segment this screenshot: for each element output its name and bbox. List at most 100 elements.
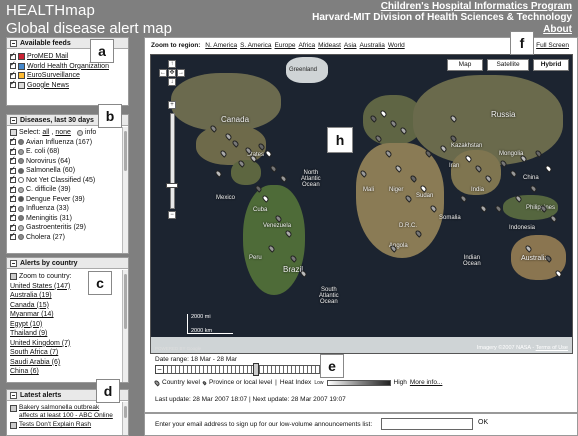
about-link[interactable]: About [543, 24, 572, 35]
disease-color-dot-icon [18, 196, 24, 203]
callout-d: d [96, 379, 120, 403]
terms-of-use-link[interactable]: Terms of Use [536, 345, 568, 351]
pan-down-icon[interactable]: ↓ [168, 78, 176, 86]
callout-c: c [88, 271, 112, 295]
callout-h: h [327, 127, 353, 153]
alert-marker-icon[interactable] [299, 269, 308, 278]
country-link[interactable]: Saudi Arabia (6) [10, 359, 60, 366]
country-link[interactable]: Canada (15) [10, 302, 49, 309]
feed-label[interactable]: World Health Organization [27, 63, 109, 70]
disease-checkbox[interactable] [10, 203, 16, 212]
alert-link[interactable]: Tests Don't Explain Rash [19, 421, 91, 429]
feed-checkbox[interactable] [10, 51, 16, 60]
map-type-map-button[interactable]: Map [447, 59, 483, 71]
pan-center-icon[interactable]: ✥ [168, 69, 176, 77]
label-kazakhstan: Kazakhstan [451, 143, 483, 149]
feed-label[interactable]: Google News [27, 82, 69, 89]
select-all-link[interactable]: all [42, 129, 49, 136]
zoom-region-link[interactable]: Europe [275, 42, 296, 49]
country-link[interactable]: United States (147) [10, 283, 70, 290]
collapse-icon[interactable] [10, 259, 17, 267]
country-link[interactable]: United Kingdom (7) [10, 340, 70, 347]
pan-right-icon[interactable]: → [177, 69, 185, 77]
country-item: Myanmar (14) [7, 310, 128, 320]
alert-marker-icon[interactable] [549, 214, 558, 223]
alert-marker-icon[interactable] [509, 169, 518, 178]
zoom-in-icon[interactable]: + [168, 101, 176, 109]
disease-label: Influenza (33) [26, 205, 69, 213]
map-type-hybrid-button[interactable]: Hybrid [533, 59, 569, 71]
zoom-slider-thumb[interactable] [166, 183, 178, 188]
collapse-icon[interactable] [10, 116, 17, 124]
zoom-slider-track[interactable] [170, 113, 175, 209]
zoom-out-icon[interactable]: − [168, 211, 176, 219]
disease-checkbox[interactable] [10, 146, 16, 155]
alert-marker-icon[interactable] [479, 204, 488, 213]
disease-label: Meningitis (31) [26, 214, 72, 222]
zoom-region-link[interactable]: World [388, 42, 405, 49]
alert-link[interactable]: Bakery salmonella outbreak affects at le… [19, 404, 120, 420]
collapse-icon[interactable] [10, 39, 17, 47]
country-link[interactable]: Thailand (9) [10, 330, 47, 337]
alert-marker-icon[interactable] [214, 169, 223, 178]
zoom-country-label: Zoom to country: [19, 273, 72, 281]
country-link[interactable]: Australia (19) [10, 292, 52, 299]
disease-checkbox[interactable] [10, 184, 16, 193]
alert-marker-icon[interactable] [279, 174, 288, 183]
disease-label: Cholera (27) [26, 233, 65, 241]
alerts-scrollbar[interactable] [122, 402, 128, 435]
feed-checkbox[interactable] [10, 60, 16, 70]
feed-label[interactable]: ProMED Mail [27, 53, 68, 60]
date-range-slider[interactable] [155, 365, 333, 374]
select-none-link[interactable]: none [55, 129, 71, 136]
country-link[interactable]: South Africa (7) [10, 349, 58, 356]
org-program-link[interactable]: Children's Hospital Informatics Program [381, 1, 572, 12]
disease-checkbox[interactable] [10, 193, 16, 203]
country-link[interactable]: China (6) [10, 368, 39, 375]
disease-label: Norovirus (64) [26, 157, 71, 165]
world-map[interactable]: Greenland Canada States North Atlantic O… [150, 54, 573, 354]
disease-checkbox[interactable] [10, 231, 16, 241]
panel-title: Alerts by country [20, 259, 78, 267]
feed-checkbox[interactable] [10, 79, 16, 89]
full-screen-link[interactable]: Full Screen [536, 42, 569, 49]
feed-label[interactable]: EuroSurveillance [27, 72, 80, 79]
alert-marker-icon[interactable] [494, 204, 503, 213]
zoom-region-link[interactable]: Asia [344, 42, 357, 49]
map-copyright: Imagery ©2007 NASA - Terms of Use [477, 345, 568, 351]
zoom-region-link[interactable]: N. America [205, 42, 237, 49]
disease-checkbox[interactable] [10, 136, 16, 146]
date-slider-handle[interactable] [253, 363, 259, 376]
disease-checkbox[interactable] [10, 222, 16, 231]
zoom-region-link[interactable]: Mideast [318, 42, 341, 49]
collapse-icon[interactable] [10, 391, 17, 399]
ok-button[interactable]: OK [478, 419, 488, 426]
disease-checkbox[interactable] [10, 155, 16, 165]
alert-marker-icon[interactable] [459, 194, 468, 203]
email-field[interactable] [381, 418, 473, 430]
map-type-satellite-button[interactable]: Satellite [487, 59, 529, 71]
slider-minus-icon[interactable]: − [155, 365, 164, 374]
alert-item: Bakery salmonella outbreak affects at le… [7, 404, 128, 421]
alert-marker-icon[interactable] [529, 184, 538, 193]
zoom-region-link[interactable]: S. America [240, 42, 271, 49]
pan-up-icon[interactable]: ↑ [168, 60, 176, 68]
alert-marker-icon[interactable] [544, 164, 553, 173]
disease-checkbox[interactable] [10, 174, 16, 184]
alert-marker-icon[interactable] [264, 149, 273, 158]
countries-scrollbar[interactable] [122, 270, 128, 382]
alert-marker-icon[interactable] [269, 164, 278, 173]
disease-item: Gastroenteritis (29) [7, 222, 128, 233]
label-iran: Iran [449, 163, 460, 169]
country-link[interactable]: Myanmar (14) [10, 311, 54, 318]
country-link[interactable]: Egypt (10) [10, 321, 42, 328]
diseases-scrollbar[interactable] [122, 127, 128, 253]
pan-left-icon[interactable]: ← [159, 69, 167, 77]
more-info-link[interactable]: More info... [410, 379, 443, 386]
zoom-region-link[interactable]: Africa [298, 42, 315, 49]
feed-checkbox[interactable] [10, 70, 16, 79]
info-label[interactable]: info [85, 129, 96, 136]
disease-checkbox[interactable] [10, 212, 16, 222]
zoom-region-link[interactable]: Australia [360, 42, 385, 49]
disease-checkbox[interactable] [10, 165, 16, 174]
